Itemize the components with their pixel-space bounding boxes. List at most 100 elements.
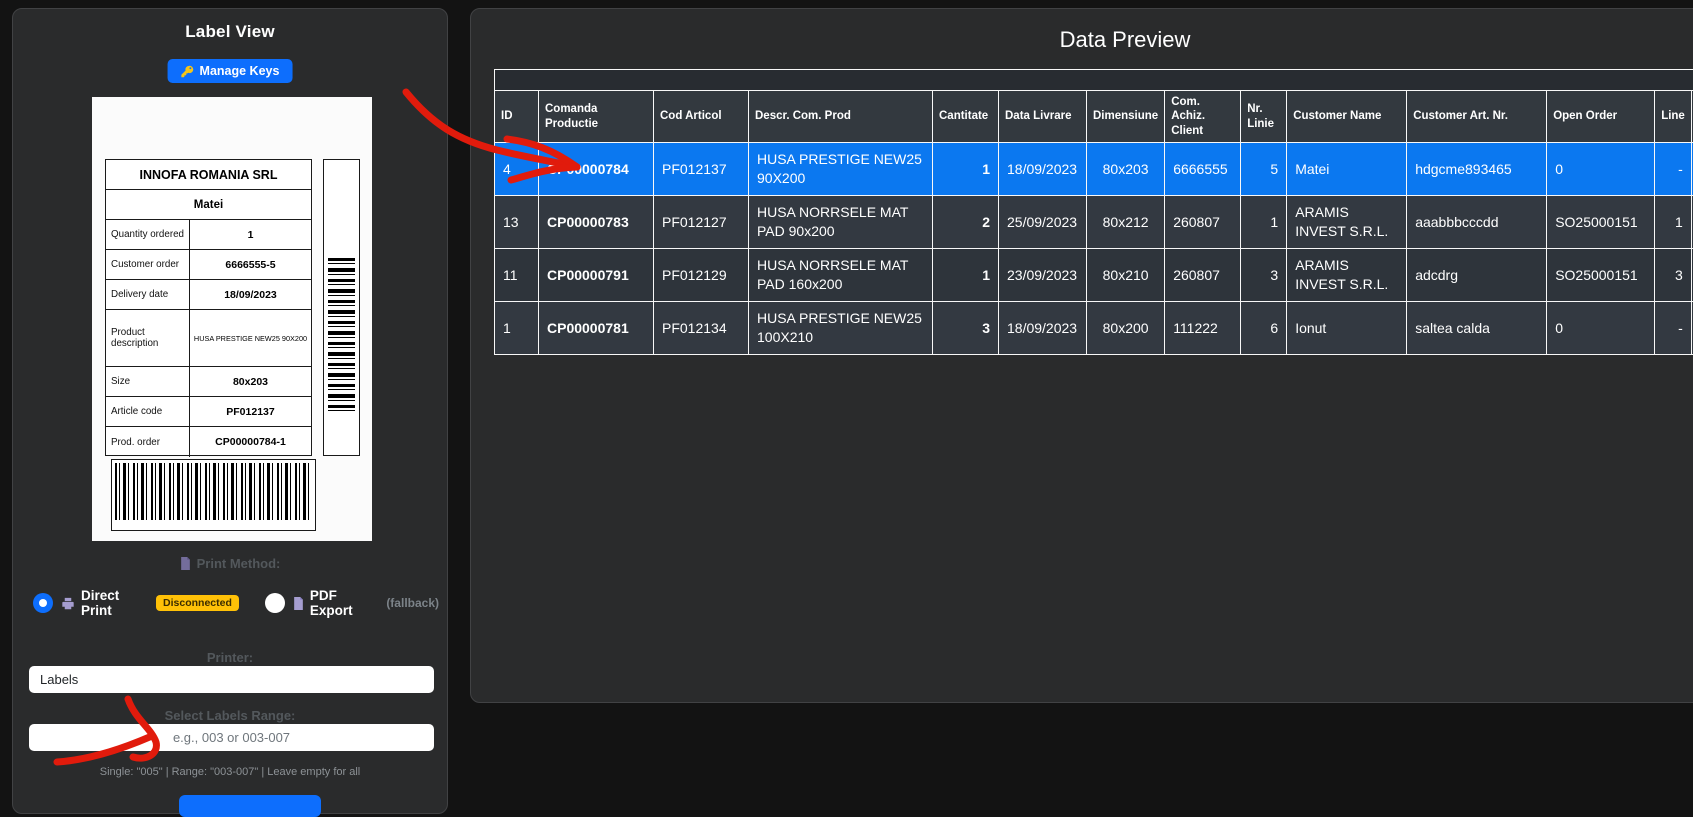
table-row[interactable]: 13CP00000783PF012127HUSA NORRSELE MAT PA… — [495, 196, 1693, 249]
table-cell: SO25000151 — [1547, 249, 1655, 302]
table-cell: ARAMIS INVEST S.R.L. — [1287, 196, 1407, 249]
table-cell: 2 — [933, 196, 999, 249]
label-row: Product descriptionHUSA PRESTIGE NEW25 9… — [106, 310, 311, 367]
table-cell: 3 — [1241, 249, 1287, 302]
table-cell: 260807 — [1165, 249, 1241, 302]
table-cell: HUSA NORRSELE MAT PAD 160x200 — [749, 249, 933, 302]
table-cell: ARAMIS INVEST S.R.L. — [1287, 249, 1407, 302]
label-row-value: 1 — [190, 220, 311, 249]
table-cell: PF012134 — [654, 302, 749, 355]
column-header: Customer Name — [1287, 91, 1407, 143]
label-company: INNOFA ROMANIA SRL — [106, 160, 311, 190]
page-title: Label View — [13, 22, 447, 42]
label-row: Size80x203 — [106, 367, 311, 397]
table-row[interactable]: 4CP00000784PF012137HUSA PRESTIGE NEW25 9… — [495, 143, 1693, 196]
table-cell: CP00000783 — [539, 196, 654, 249]
label-preview: INNOFA ROMANIA SRL Matei Quantity ordere… — [92, 97, 372, 541]
table-row[interactable]: 1CP00000781PF012134HUSA PRESTIGE NEW25 1… — [495, 302, 1693, 355]
table-cell: 1 — [933, 249, 999, 302]
data-preview-table: IDComanda ProductieCod ArticolDescr. Com… — [494, 69, 1693, 355]
column-header: Customer Art. Nr. — [1407, 91, 1547, 143]
column-header: Descr. Com. Prod — [749, 91, 933, 143]
labels-range-label: Select Labels Range: — [13, 708, 447, 723]
table-cell: 25/09/2023 — [999, 196, 1087, 249]
label-row-value: 80x203 — [190, 367, 311, 396]
table-cell: HUSA PRESTIGE NEW25 100X210 — [749, 302, 933, 355]
pdf-export-radio[interactable] — [265, 593, 285, 613]
column-header: Data Livrare — [999, 91, 1087, 143]
column-header: ID — [495, 91, 539, 143]
printer-input[interactable] — [29, 666, 434, 693]
table-cell: aaabbbcccdd — [1407, 196, 1547, 249]
vertical-barcode-stripes — [328, 258, 355, 412]
table-cell: 1 — [1241, 196, 1287, 249]
label-row: Delivery date18/09/2023 — [106, 280, 311, 310]
label-spec-table: INNOFA ROMANIA SRL Matei Quantity ordere… — [105, 159, 312, 456]
column-header: Line — [1655, 91, 1692, 143]
table-cell: 11 — [495, 249, 539, 302]
label-view-panel: Label View Manage Keys INNOFA ROMANIA SR… — [12, 8, 448, 814]
horizontal-barcode — [111, 459, 316, 531]
table-cell: HUSA NORRSELE MAT PAD 90x200 — [749, 196, 933, 249]
data-preview-title: Data Preview — [471, 27, 1693, 53]
print-method-options: Direct Print Disconnected PDF Export (fa… — [33, 587, 439, 619]
table-cell: 6666555 — [1165, 143, 1241, 196]
status-badge: Disconnected — [156, 595, 239, 611]
table-cell: 23/09/2023 — [999, 249, 1087, 302]
table-cell: 5 — [1241, 143, 1287, 196]
table-cell: 80x210 — [1087, 249, 1165, 302]
table-cell: 0 — [1547, 302, 1655, 355]
table-cell: CP00000784 — [539, 143, 654, 196]
table-cell: 260807 — [1165, 196, 1241, 249]
table-cell: PF012127 — [654, 196, 749, 249]
table-cell: 4 — [495, 143, 539, 196]
table-cell: 13 — [495, 196, 539, 249]
table-cell: 111222 — [1165, 302, 1241, 355]
label-row-value: PF012137 — [190, 397, 311, 426]
document-icon — [180, 557, 191, 570]
label-row-label: Product description — [106, 310, 190, 366]
table-cell: 1 — [933, 143, 999, 196]
pdf-export-option[interactable]: PDF Export (fallback) — [293, 588, 439, 618]
manage-keys-button[interactable]: Manage Keys — [168, 59, 293, 83]
direct-print-radio[interactable] — [33, 593, 53, 613]
manage-keys-label: Manage Keys — [200, 64, 280, 78]
label-customer: Matei — [106, 190, 311, 220]
table-header-row: IDComanda ProductieCod ArticolDescr. Com… — [495, 91, 1693, 143]
print-button[interactable] — [179, 795, 321, 817]
labels-range-hint: Single: "005" | Range: "003-007" | Leave… — [13, 766, 447, 778]
label-row-value: CP00000784-1 — [190, 427, 311, 457]
table-cell: 1 — [1655, 196, 1692, 249]
table-cell: HUSA PRESTIGE NEW25 90X200 — [749, 143, 933, 196]
table-cell: Ionut — [1287, 302, 1407, 355]
pdf-export-label: PDF Export — [310, 588, 380, 618]
print-method-label: Print Method: — [13, 556, 447, 571]
label-row-value: HUSA PRESTIGE NEW25 90X200 — [190, 310, 311, 366]
table-cell: 6 — [1241, 302, 1287, 355]
horizontal-barcode-stripes — [115, 463, 312, 520]
table-cell: PF012129 — [654, 249, 749, 302]
vertical-barcode — [323, 159, 360, 456]
table-cell: saltea calda — [1407, 302, 1547, 355]
table-cell: hdgcme893465 — [1407, 143, 1547, 196]
table-cell: 18/09/2023 — [999, 302, 1087, 355]
label-row-label: Article code — [106, 397, 190, 426]
label-row: Prod. orderCP00000784-1 — [106, 427, 311, 457]
direct-print-option[interactable]: Direct Print Disconnected — [61, 588, 239, 618]
table-cell: 80x203 — [1087, 143, 1165, 196]
label-row: Article codePF012137 — [106, 397, 311, 427]
table-row[interactable]: 11CP00000791PF012129HUSA NORRSELE MAT PA… — [495, 249, 1693, 302]
column-header: Dimensiune — [1087, 91, 1165, 143]
label-row-label: Delivery date — [106, 280, 190, 309]
document-icon — [293, 597, 304, 610]
table-cell: adcdrg — [1407, 249, 1547, 302]
data-preview-panel: Data Preview IDComanda ProductieCod Arti… — [470, 8, 1693, 703]
labels-range-input[interactable] — [29, 724, 434, 751]
label-row-value: 18/09/2023 — [190, 280, 311, 309]
label-row: Customer order6666555-5 — [106, 250, 311, 280]
table-spacer-row — [495, 70, 1693, 91]
label-row-label: Size — [106, 367, 190, 396]
label-row-value: 6666555-5 — [190, 250, 311, 279]
label-row-label: Customer order — [106, 250, 190, 279]
table-cell: CP00000791 — [539, 249, 654, 302]
